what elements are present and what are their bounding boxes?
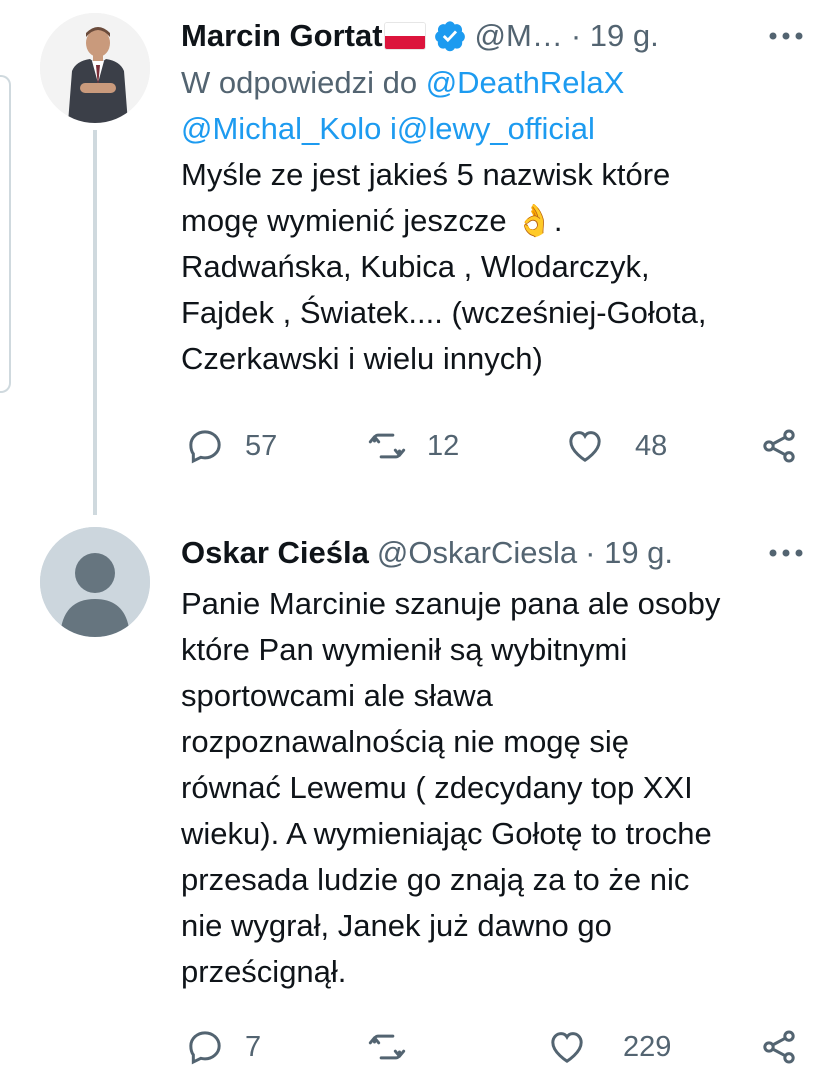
share-icon [763,1030,795,1064]
text-line: przesada ludzie go znają za to że nic [181,862,690,897]
retweet-button[interactable] [367,1022,427,1072]
mention-link[interactable]: @lewy_official [397,111,595,146]
retweet-icon [368,433,406,459]
thread-connector-line [93,130,97,515]
reply-button[interactable]: 57 [185,421,277,471]
like-icon [569,431,601,462]
mention-joiner: i [389,111,397,146]
retweet-count: 12 [427,429,460,462]
replying-to: W odpowiedzi do @DeathRelaX @Michal_Kolo… [181,60,811,152]
author-name[interactable]: Oskar Cieśla [181,531,369,575]
more-icon [769,32,803,40]
retweet-button[interactable]: 12 [367,421,459,471]
like-button[interactable]: 48 [565,421,667,471]
reply-icon [189,1031,221,1065]
tweet-time[interactable]: · 19 g. [585,531,673,575]
scroll-indicator[interactable] [0,75,11,393]
poland-flag-icon [384,23,425,49]
text-line: równać Lewemu ( zdecydany top XXI [181,770,693,805]
text-line: Panie Marcinie szanuje pana ale osoby [181,586,721,621]
author-handle[interactable]: @OskarCiesla [377,531,577,575]
text-line: rozpoznawalnością nie mogę się [181,724,630,759]
share-button[interactable] [759,1022,799,1072]
default-avatar[interactable] [40,527,150,637]
text-line: Myśle ze jest jakieś 5 nazwisk które [181,157,671,192]
text-line: wieku). A wymieniając Gołotę to troche [181,816,712,851]
text-line: sportowcami ale sława [181,678,493,713]
text-line-segment: . [553,203,563,238]
text-line: mogę wymienić jeszcze 👌. [181,198,811,244]
reply-count: 57 [245,429,278,462]
like-button[interactable]: 229 [547,1022,671,1072]
tweet-header: Marcin Gortat @M… · 19 g. [181,14,811,58]
text-line: nie wygrał, Janek już dawno go [181,908,612,943]
tweet-actions: 7 229 [181,1022,811,1072]
mention-link[interactable]: @DeathRelaX [426,65,625,100]
text-line: Czerkawski i wielu innych) [181,341,543,376]
retweet-icon [368,1034,406,1060]
text-line: Radwańska, Kubica , Wlodarczyk, [181,249,650,284]
reply-button[interactable]: 7 [185,1022,261,1072]
replying-to-label: W odpowiedzi do [181,65,418,100]
text-line: które Pan wymienił są wybitnymi [181,632,628,667]
more-options-button[interactable] [761,14,811,58]
more-options-button[interactable] [761,531,811,575]
tweet-time[interactable]: · 19 g. [571,14,659,58]
tweet[interactable]: Marcin Gortat @M… · 19 g. W odpowiedzi d… [181,14,811,464]
text-line: Fajdek , Światek.... (wcześniej-Gołota, [181,295,707,330]
mention-link[interactable]: @Michal_Kolo [181,111,381,146]
share-icon [763,429,795,463]
share-button[interactable] [759,421,799,471]
text-line: prześcignął. [181,954,347,989]
author-name[interactable]: Marcin Gortat [181,14,383,58]
avatar[interactable] [40,13,150,123]
default-profile-icon [40,527,150,637]
verified-icon [434,21,465,52]
like-count: 229 [623,1030,672,1063]
text-line-segment: mogę wymienić jeszcze [181,203,507,238]
like-count: 48 [635,429,668,462]
more-icon [769,549,803,557]
author-handle[interactable]: @M… [475,14,563,58]
like-icon [551,1032,583,1063]
tweet-header: Oskar Cieśla @OskarCiesla · 19 g. [181,531,811,575]
reply-icon [189,430,221,464]
avatar-photo [40,13,150,123]
tweet[interactable]: Oskar Cieśla @OskarCiesla · 19 g. Panie … [181,531,811,1065]
ok-hand-emoji: 👌 [515,203,554,238]
tweet-actions: 57 12 48 [181,421,811,471]
reply-count: 7 [245,1030,262,1063]
tweet-text: Panie Marcinie szanuje pana ale osoby kt… [181,581,811,995]
tweet-text: Myśle ze jest jakieś 5 nazwisk które mog… [181,152,811,382]
